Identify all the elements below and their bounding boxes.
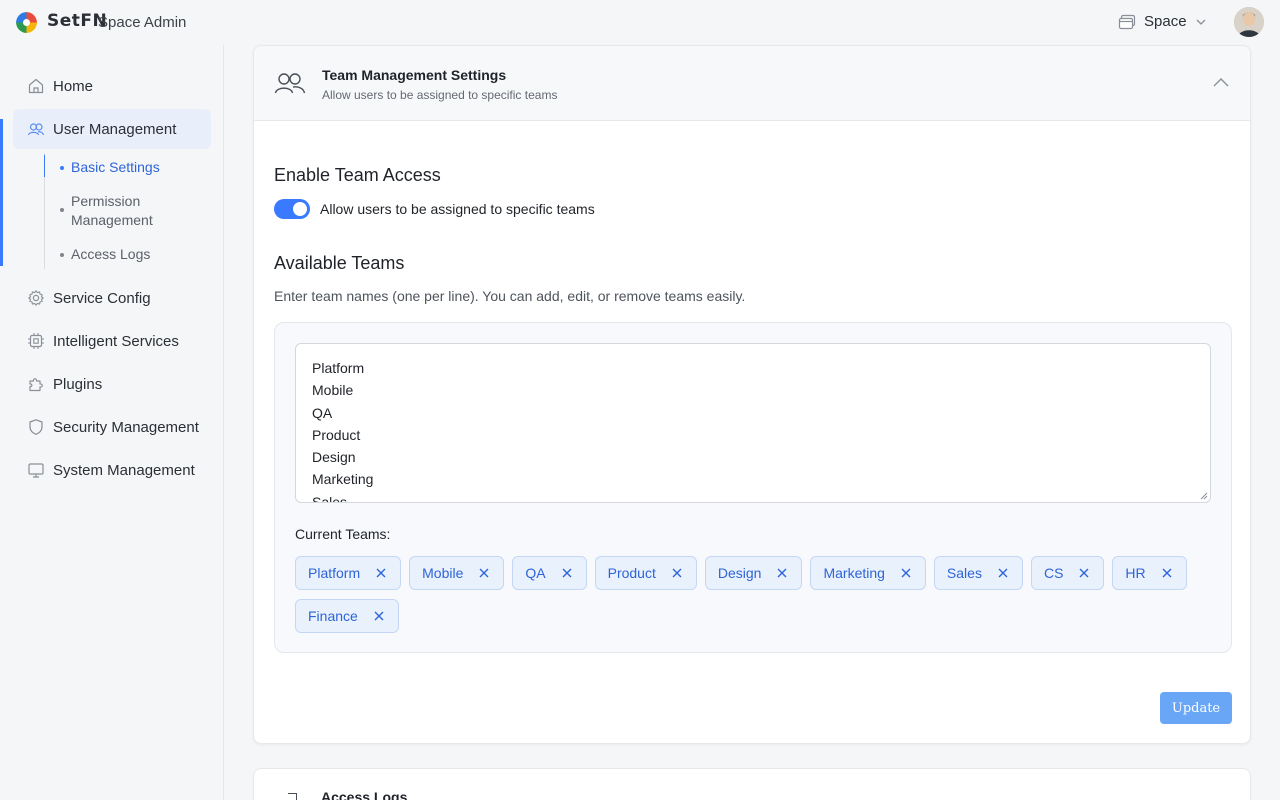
- team-access-toggle[interactable]: [274, 199, 310, 219]
- bullet-icon: [60, 166, 64, 170]
- available-teams-heading: Available Teams: [274, 253, 405, 273]
- sidebar: Home User Management Basic Settings Perm…: [0, 45, 224, 800]
- team-tag-label: Sales: [946, 565, 982, 581]
- submenu-item-access-logs[interactable]: Access Logs: [60, 245, 150, 264]
- sidebar-item-home[interactable]: Home: [13, 66, 211, 106]
- sidebar-item-label: Intelligent Services: [53, 332, 179, 350]
- chevron-down-icon: [1196, 19, 1206, 25]
- card-title: Access Logs: [321, 789, 408, 800]
- sidebar-item-user-management[interactable]: User Management: [13, 109, 211, 149]
- gear-icon: [28, 290, 44, 306]
- close-icon[interactable]: [376, 568, 386, 578]
- home-icon: [28, 78, 44, 94]
- team-tag: Design: [704, 556, 803, 590]
- textarea-line: QA: [312, 404, 333, 421]
- access-logs-card[interactable]: Access Logs: [253, 768, 1251, 800]
- close-icon[interactable]: [1162, 568, 1172, 578]
- card-subtitle: Allow users to be assigned to specific t…: [322, 88, 558, 102]
- close-icon[interactable]: [998, 568, 1008, 578]
- team-tag-label: CS: [1043, 565, 1064, 581]
- logo-icon: [16, 12, 37, 33]
- chevron-up-icon[interactable]: [1212, 76, 1230, 88]
- team-tag: Sales: [933, 556, 1023, 590]
- space-label: Space: [1144, 13, 1187, 30]
- current-teams-label: Current Teams:: [295, 526, 391, 542]
- team-tags: Platform Mobile QA Product Design Market…: [295, 556, 1195, 633]
- enable-team-access-heading: Enable Team Access: [274, 165, 441, 185]
- active-section-indicator: [0, 119, 3, 266]
- submenu-item-basic-settings[interactable]: Basic Settings: [60, 158, 160, 177]
- avatar[interactable]: [1234, 7, 1264, 37]
- team-tag-label: Mobile: [422, 565, 464, 581]
- close-icon[interactable]: [562, 568, 572, 578]
- log-icon: [288, 793, 297, 800]
- team-tag: Mobile: [409, 556, 505, 590]
- sidebar-item-label: Service Config: [53, 289, 151, 307]
- team-tag-label: Design: [717, 565, 762, 581]
- team-tag-label: Platform: [308, 565, 361, 581]
- space-icon: [1118, 14, 1136, 29]
- team-tag-label: Marketing: [823, 565, 885, 581]
- update-button[interactable]: Update: [1160, 692, 1232, 724]
- team-management-card: Team Management Settings Allow users to …: [253, 45, 1251, 744]
- users-icon: [27, 123, 45, 136]
- textarea-line: Mobile: [312, 382, 354, 399]
- team-tag-label: Product: [607, 565, 656, 581]
- bullet-icon: [60, 208, 64, 212]
- teams-panel: Platform Mobile QA Product Design Market…: [274, 322, 1232, 653]
- sidebar-item-plugins[interactable]: Plugins: [13, 364, 211, 404]
- sidebar-item-label: User Management: [53, 120, 177, 138]
- close-icon[interactable]: [672, 568, 682, 578]
- toggle-knob: [293, 202, 307, 216]
- sidebar-item-system-management[interactable]: System Management: [13, 450, 211, 490]
- close-icon[interactable]: [479, 568, 489, 578]
- sidebar-item-intelligent-services[interactable]: Intelligent Services: [13, 321, 211, 361]
- close-icon[interactable]: [901, 568, 911, 578]
- sidebar-item-label: Security Management: [53, 418, 199, 436]
- space-selector[interactable]: Space: [1118, 13, 1207, 30]
- textarea-line: Platform: [312, 360, 365, 376]
- team-tag-label: HR: [1125, 565, 1146, 581]
- submenu-label: Access Logs: [71, 246, 151, 262]
- resize-handle-icon[interactable]: [1199, 491, 1208, 500]
- textarea-line: Product: [312, 426, 361, 443]
- team-tag: HR: [1112, 556, 1187, 590]
- submenu-active-line: [44, 155, 45, 177]
- teams-help-text: Enter team names (one per line). You can…: [274, 288, 746, 304]
- bullet-icon: [60, 253, 64, 257]
- submenu-label: Basic Settings: [71, 159, 160, 175]
- top-header: SetFN Space Admin Space: [0, 0, 1280, 45]
- teams-textarea[interactable]: Platform Mobile QA Product Design Market…: [295, 343, 1211, 503]
- users-icon: [274, 73, 306, 94]
- sidebar-item-label: Home: [53, 77, 94, 95]
- sidebar-item-label: Plugins: [53, 375, 103, 393]
- sidebar-item-label: System Management: [53, 461, 195, 479]
- close-icon[interactable]: [777, 568, 787, 578]
- app-subtitle: Space Admin: [98, 14, 187, 31]
- textarea-line: Design: [312, 449, 356, 466]
- monitor-icon: [28, 463, 44, 478]
- team-tag: Marketing: [810, 556, 926, 590]
- team-tag: QA: [512, 556, 587, 590]
- submenu-item-permission-management[interactable]: Permission Management: [60, 192, 170, 230]
- card-title: Team Management Settings: [322, 67, 507, 83]
- card-header[interactable]: Team Management Settings Allow users to …: [254, 46, 1250, 121]
- close-icon[interactable]: [374, 611, 384, 621]
- team-tag: Platform: [295, 556, 402, 590]
- team-tag-label: Finance: [308, 608, 358, 624]
- puzzle-icon: [29, 378, 43, 392]
- team-tag: CS: [1030, 556, 1105, 590]
- sidebar-item-service-config[interactable]: Service Config: [13, 278, 211, 318]
- team-tag: Product: [594, 556, 697, 590]
- toggle-label: Allow users to be assigned to specific t…: [320, 201, 595, 217]
- textarea-line: Marketing: [312, 471, 374, 488]
- shield-icon: [29, 419, 43, 435]
- sidebar-item-security-management[interactable]: Security Management: [13, 407, 211, 447]
- close-icon[interactable]: [1079, 568, 1089, 578]
- textarea-line: Sales: [312, 493, 348, 503]
- team-tag-label: QA: [525, 565, 546, 581]
- team-tag: Finance: [295, 599, 399, 633]
- chip-icon: [28, 333, 44, 349]
- submenu-label: Permission Management: [71, 193, 153, 228]
